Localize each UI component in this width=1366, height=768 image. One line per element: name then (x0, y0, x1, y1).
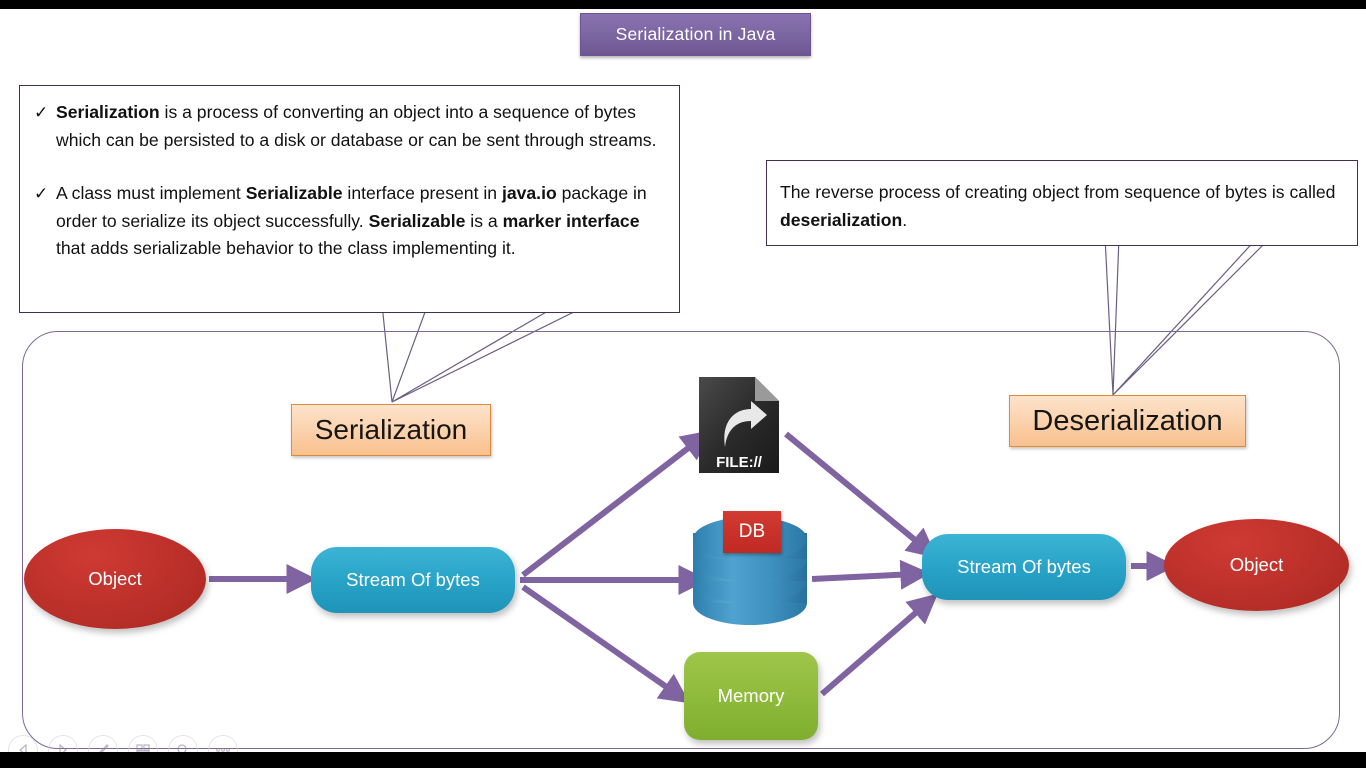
slide-grid-button[interactable] (128, 735, 158, 752)
next-slide-button[interactable] (48, 735, 78, 752)
db-badge: DB (723, 511, 781, 553)
node-label: Object (1229, 554, 1284, 575)
pen-icon (99, 744, 109, 752)
triangle-right-icon (59, 743, 67, 752)
node-database: DB (693, 511, 807, 625)
deserialization-label-box: Deserialization (1009, 395, 1246, 447)
letterbox-bottom (0, 752, 1366, 768)
file-icon: FILE:// (699, 377, 779, 473)
pen-button[interactable] (88, 735, 118, 752)
presentation-toolbar[interactable] (8, 735, 238, 752)
node-stream-right: Stream Of bytes (922, 534, 1126, 600)
slideshow-stage: Serialization in Java ✓ Serialization is… (0, 0, 1366, 768)
letterbox-top (0, 0, 1366, 9)
deserialization-label: Deserialization (1032, 404, 1223, 437)
node-label: Memory (717, 685, 785, 706)
flow-arrows (209, 430, 1177, 704)
serialization-label-box: Serialization (291, 404, 491, 456)
previous-slide-button[interactable] (8, 735, 38, 752)
file-icon-label: FILE:// (716, 454, 763, 471)
node-object-left: Object (24, 529, 206, 629)
db-label: DB (738, 521, 766, 542)
triangle-left-icon (19, 743, 27, 752)
node-label: Object (88, 568, 142, 589)
serialization-label: Serialization (314, 414, 468, 445)
node-label: Stream Of bytes (957, 556, 1091, 577)
node-stream-left: Stream Of bytes (311, 547, 515, 613)
node-label: Stream Of bytes (346, 569, 480, 590)
magnifier-icon (177, 744, 187, 752)
node-object-right: Object (1164, 519, 1349, 611)
zoom-button[interactable] (168, 735, 198, 752)
slide-canvas: Serialization in Java ✓ Serialization is… (0, 9, 1366, 752)
more-options-button[interactable] (208, 735, 238, 752)
node-memory: Memory (684, 652, 818, 740)
grid-icon (136, 744, 150, 752)
